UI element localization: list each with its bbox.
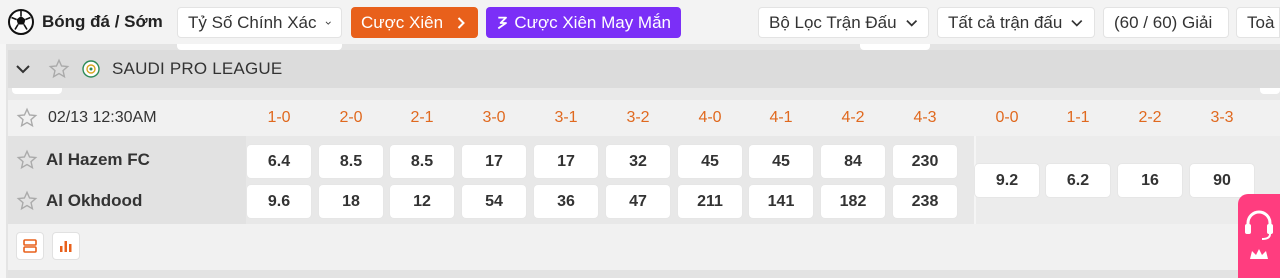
home-odds-2-1[interactable]: 8.5 — [390, 145, 454, 178]
draw-odds-0-0[interactable]: 9.2 — [975, 164, 1039, 197]
score-odds-grid: 6.4 8.5 8.5 17 17 32 45 45 84 230 9.6 18 12 54 36 47 211… — [246, 136, 974, 224]
home-team-name: Al Hazem FC — [46, 150, 150, 169]
headset-icon — [1245, 210, 1273, 240]
lucky-logo-icon — [497, 16, 507, 29]
league-emblem-icon — [82, 60, 100, 78]
league-header[interactable]: SAUDI PRO LEAGUE — [8, 50, 1280, 88]
score-header-4-0: 4-0 — [698, 109, 722, 126]
score-header-1-0: 1-0 — [267, 109, 291, 126]
score-header-4-1: 4-1 — [769, 109, 793, 126]
row-separator-tab — [12, 88, 62, 94]
away-odds-4-1[interactable]: 141 — [749, 185, 813, 218]
home-team: Al Hazem FC — [16, 149, 150, 171]
away-odds-3-0[interactable]: 54 — [462, 185, 526, 218]
away-odds-2-0[interactable]: 18 — [319, 185, 383, 218]
home-odds-3-2[interactable]: 32 — [606, 145, 670, 178]
overflow-label: Toà — [1247, 12, 1275, 32]
parlay-button[interactable]: Cược Xiên — [351, 7, 478, 38]
support-widget[interactable] — [1238, 194, 1280, 278]
away-team: Al Okhdood — [16, 190, 142, 212]
stats-chart-icon — [60, 241, 72, 252]
row-separator — [8, 88, 1280, 100]
draw-odds-2-2[interactable]: 16 — [1118, 164, 1182, 197]
score-header-2-1: 2-1 — [410, 109, 434, 126]
next-section-edge — [8, 270, 1280, 278]
team-column: Al Hazem FC Al Okhdood — [8, 136, 246, 224]
draw-header-1-1: 1-1 — [1066, 109, 1090, 126]
chevron-right-icon — [457, 16, 465, 29]
match-filter-label: Bộ Lọc Trận Đấu — [769, 12, 897, 32]
crown-icon — [1250, 249, 1268, 259]
left-scroll-track — [0, 44, 6, 278]
match-datetime: 02/13 12:30AM — [48, 109, 157, 126]
score-header-3-1: 3-1 — [554, 109, 578, 126]
star-outline-icon[interactable] — [16, 190, 38, 212]
home-odds-1-0[interactable]: 6.4 — [247, 145, 311, 178]
score-header-4-3: 4-3 — [913, 109, 937, 126]
draw-odds-grid: 9.2 6.2 16 90 — [974, 136, 1280, 224]
away-odds-3-1[interactable]: 36 — [534, 185, 598, 218]
star-outline-icon[interactable] — [48, 58, 70, 80]
match-footer — [8, 224, 1280, 270]
score-header-3-0: 3-0 — [482, 109, 506, 126]
chevron-down-icon — [1071, 19, 1083, 27]
home-odds-4-2[interactable]: 84 — [821, 145, 885, 178]
brand: Bóng đá / Sớm — [8, 8, 163, 36]
away-odds-3-2[interactable]: 47 — [606, 185, 670, 218]
all-matches-select[interactable]: Tất cả trận đấu — [937, 7, 1095, 38]
home-odds-2-0[interactable]: 8.5 — [319, 145, 383, 178]
away-odds-1-0[interactable]: 9.6 — [247, 185, 311, 218]
score-header-3-2: 3-2 — [626, 109, 650, 126]
away-odds-4-0[interactable]: 211 — [678, 185, 742, 218]
stats-button[interactable] — [52, 232, 80, 260]
brand-title: Bóng đá / Sớm — [42, 12, 163, 31]
chevron-down-icon — [905, 19, 917, 27]
league-count-button[interactable]: (60 / 60) Giải — [1103, 7, 1229, 38]
draw-header-0-0: 0-0 — [995, 109, 1019, 126]
star-outline-icon[interactable] — [16, 149, 38, 171]
soccer-ball-icon — [8, 9, 34, 35]
away-odds-4-2[interactable]: 182 — [821, 185, 885, 218]
match-header-row: 02/13 12:30AM 1-0 2-0 2-1 3-0 3-1 3-2 4-0 4-1 4-… — [8, 100, 1280, 136]
home-odds-3-0[interactable]: 17 — [462, 145, 526, 178]
overflow-button[interactable]: Toà — [1236, 7, 1280, 38]
lucky-parlay-label: Cược Xiên May Mắn — [514, 12, 671, 32]
all-matches-label: Tất cả trận đấu — [948, 12, 1063, 32]
chevron-down-icon — [16, 65, 30, 74]
league-name: SAUDI PRO LEAGUE — [112, 59, 283, 78]
row-separator-tab — [1260, 88, 1280, 94]
home-odds-4-3[interactable]: 230 — [893, 145, 957, 178]
draw-header-3-3: 3-3 — [1210, 109, 1234, 126]
list-view-button[interactable] — [16, 232, 44, 260]
home-odds-4-1[interactable]: 45 — [749, 145, 813, 178]
score-header-2-0: 2-0 — [339, 109, 363, 126]
away-odds-2-1[interactable]: 12 — [390, 185, 454, 218]
market-type-select[interactable]: Tỷ Số Chính Xác — [177, 7, 342, 38]
star-outline-icon[interactable] — [16, 107, 38, 129]
list-view-icon — [23, 239, 37, 253]
away-odds-4-3[interactable]: 238 — [893, 185, 957, 218]
market-type-value: Tỷ Số Chính Xác — [188, 12, 317, 32]
away-team-name: Al Okhdood — [46, 191, 143, 210]
match-filter-select[interactable]: Bộ Lọc Trận Đấu — [758, 7, 929, 38]
lucky-parlay-button[interactable]: Cược Xiên May Mắn — [486, 7, 681, 38]
top-toolbar: Bóng đá / Sớm Tỷ Số Chính Xác Cược Xiên … — [0, 0, 1280, 44]
parlay-label: Cược Xiên — [361, 12, 444, 32]
chevron-down-icon — [325, 21, 331, 25]
home-odds-4-0[interactable]: 45 — [678, 145, 742, 178]
collapse-toggle[interactable] — [8, 50, 38, 88]
home-odds-3-1[interactable]: 17 — [534, 145, 598, 178]
draw-header-2-2: 2-2 — [1138, 109, 1162, 126]
league-count-label: (60 / 60) Giải — [1114, 12, 1213, 32]
draw-odds-3-3[interactable]: 90 — [1190, 164, 1254, 197]
score-header-4-2: 4-2 — [841, 109, 865, 126]
draw-odds-1-1[interactable]: 6.2 — [1046, 164, 1110, 197]
